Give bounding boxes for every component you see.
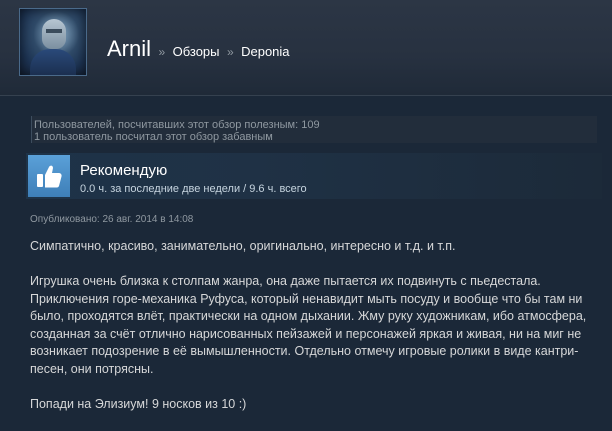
review-paragraph: Симпатично, красиво, занимательно, ориги… <box>30 239 456 253</box>
playtime-text: 0.0 ч. за последние две недели / 9.6 ч. … <box>80 183 307 195</box>
review-text: Симпатично, красиво, занимательно, ориги… <box>30 238 602 431</box>
helpful-summary: Пользователей, посчитавших этот обзор по… <box>31 116 597 143</box>
username-link[interactable]: Arnil <box>107 36 151 61</box>
recommendation-panel: Рекомендую 0.0 ч. за последние две недел… <box>26 153 602 199</box>
avatar[interactable] <box>19 8 87 76</box>
breadcrumb-separator: » <box>158 45 166 59</box>
breadcrumb-reviews-link[interactable]: Обзоры <box>173 44 220 59</box>
posted-date: Опубликовано: 26 авг. 2014 в 14:08 <box>30 214 194 225</box>
funny-count-text: 1 пользователь посчитал этот обзор забав… <box>34 131 273 143</box>
helpful-count-text: Пользователей, посчитавших этот обзор по… <box>34 119 320 131</box>
avatar-face <box>42 19 66 49</box>
breadcrumb-separator: » <box>226 45 234 59</box>
breadcrumb-game-link[interactable]: Deponia <box>241 44 289 59</box>
thumbs-up-icon <box>28 155 70 197</box>
profile-header: Arnil » Обзоры » Deponia <box>0 0 612 96</box>
review-paragraph: Попади на Элизиум! 9 носков из 10 :) <box>30 396 247 411</box>
avatar-armor <box>30 49 76 75</box>
review-paragraph: Игрушка очень близка к столпам жанра, он… <box>30 274 587 376</box>
breadcrumb: Arnil » Обзоры » Deponia <box>107 36 290 62</box>
avatar-visor <box>46 29 62 33</box>
recommendation-title: Рекомендую <box>80 162 168 179</box>
